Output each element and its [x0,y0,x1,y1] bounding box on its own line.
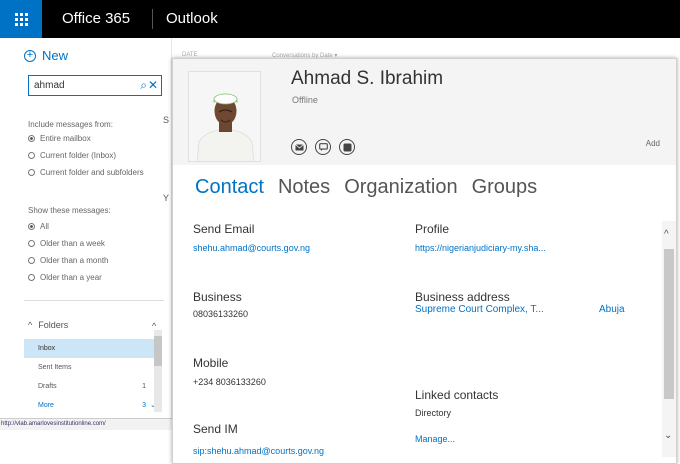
mobile-label: Mobile [193,356,229,370]
include-option-entire-mailbox[interactable]: Entire mailbox [28,134,91,143]
tab-groups[interactable]: Groups [472,176,538,199]
scroll-down-icon[interactable]: ⌄ [664,430,672,441]
linked-contacts-source: Directory [415,408,452,418]
contact-card-header: Ahmad S. Ibrahim Offline Add [173,59,676,165]
option-label: Current folder (Inbox) [40,151,117,160]
plus-circle-icon: + [24,49,36,62]
business-address-label: Business address [415,290,510,304]
profile-label: Profile [415,222,450,236]
option-label: Entire mailbox [40,134,91,143]
folder-label: Inbox [38,345,56,352]
show-option-all[interactable]: All [28,222,49,231]
folder-count: 3 [142,402,146,409]
radio-icon [28,152,35,159]
folder-sent-items[interactable]: Sent Items [24,358,160,377]
mobile-phone[interactable]: +234 8036133260 [193,377,266,387]
radio-selected-icon [28,135,35,142]
radio-icon [28,257,35,264]
folder-more[interactable]: More 3 ⌄ [24,396,160,415]
send-email-label: Send Email [193,222,255,236]
folder-label: More [38,402,54,409]
send-im-link[interactable]: sip:shehu.ahmad@courts.gov.ng [193,446,324,456]
folder-inbox[interactable]: Inbox [24,339,160,358]
business-phone[interactable]: 08036133260 [193,309,248,319]
add-contact-link[interactable]: Add [646,139,660,148]
person-photo-icon [189,72,260,161]
tab-notes[interactable]: Notes [278,176,330,199]
option-label: Older than a month [40,256,109,265]
send-email-link[interactable]: shehu.ahmad@courts.gov.ng [193,243,310,253]
folder-label: Drafts [38,383,57,390]
left-separator [24,300,164,301]
search-icon[interactable]: ⌕ [140,78,147,93]
folder-count: 1 [142,383,146,390]
status-bar-url: http://vlab.amarlovesinstitutionline.com… [0,418,172,430]
option-label: All [40,222,49,231]
waffle-icon [14,12,28,26]
contact-card: Ahmad S. Ibrahim Offline Add Contact Not… [172,58,677,464]
include-heading: Include messages from: [28,120,113,129]
show-option-month[interactable]: Older than a month [28,256,108,265]
include-option-current-folder[interactable]: Current folder (Inbox) [28,151,116,160]
left-pane: + New ahmad ⌕ ✕ Include messages from: E… [0,38,172,428]
folder-label: Sent Items [38,364,72,371]
contact-card-scrollbar-thumb[interactable] [664,249,674,399]
option-label: Older than a week [40,239,105,248]
show-option-year[interactable]: Older than a year [28,273,102,282]
folders-header[interactable]: ^ Folders [28,320,68,330]
chat-icon[interactable] [315,139,331,155]
new-button-label: New [42,48,69,63]
brand-title[interactable]: Office 365 [62,10,130,27]
radio-icon [28,274,35,281]
folder-drafts[interactable]: Drafts 1 [24,377,160,396]
linked-contacts-label: Linked contacts [415,388,499,402]
option-label: Current folder and subfolders [40,168,144,177]
clear-search-icon[interactable]: ✕ [148,78,158,92]
new-button[interactable]: + New [24,48,68,63]
left-scrollbar[interactable] [154,330,162,412]
left-scrollbar-thumb[interactable] [154,336,162,366]
profile-link[interactable]: https://nigerianjudiciary-my.sha... [415,243,546,253]
call-icon[interactable] [339,139,355,155]
email-icon[interactable] [291,139,307,155]
app-title[interactable]: Outlook [166,10,218,27]
manage-linked-contacts-link[interactable]: Manage... [415,434,455,444]
send-im-label: Send IM [193,422,238,436]
app-launcher-button[interactable] [0,0,42,38]
folders-label: Folders [38,320,69,330]
header-divider [152,9,153,29]
tab-contact[interactable]: Contact [195,176,264,199]
contact-tabs: Contact Notes Organization Groups [195,176,537,199]
tab-organization[interactable]: Organization [344,176,457,199]
scroll-up-icon[interactable]: ^ [664,229,669,240]
chevron-up-icon: ^ [28,320,33,330]
search-input-value: ahmad [34,80,65,91]
radio-selected-icon [28,223,35,230]
search-input[interactable]: ahmad ⌕ ✕ [28,75,162,96]
business-address-city-link[interactable]: Abuja [599,304,625,315]
show-option-week[interactable]: Older than a week [28,239,105,248]
business-label: Business [193,290,242,304]
option-label: Older than a year [40,273,102,282]
include-option-subfolders[interactable]: Current folder and subfolders [28,168,144,177]
contact-name: Ahmad S. Ibrahim [291,68,444,89]
radio-icon [28,240,35,247]
business-address-street-link[interactable]: Supreme Court Complex, T... [415,304,544,315]
show-heading: Show these messages: [28,206,111,215]
background-text-fragment: Y [163,193,170,203]
contact-photo [188,71,261,162]
radio-icon [28,169,35,176]
contact-card-scrollbar[interactable]: ^ ⌄ [662,221,676,457]
top-bar: Office 365 Outlook [0,0,680,38]
background-text-fragment: S [163,115,170,125]
presence-status: Offline [292,95,318,105]
